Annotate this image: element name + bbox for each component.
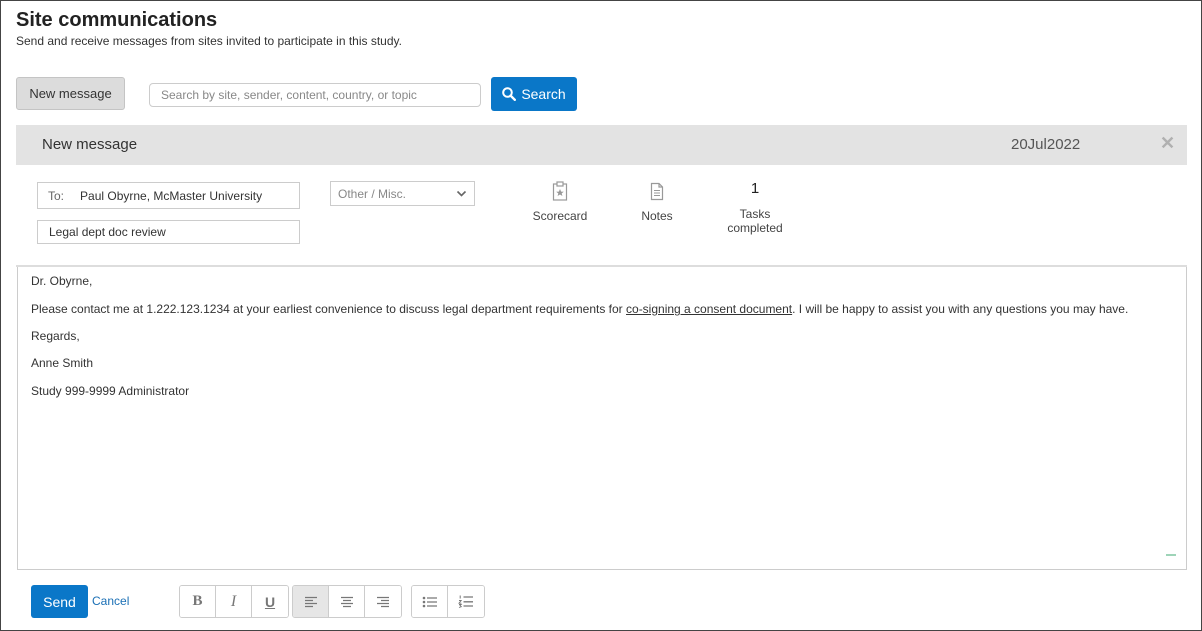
chevron-down-icon — [456, 190, 467, 197]
search-button-label: Search — [521, 86, 566, 102]
cancel-link[interactable]: Cancel — [92, 594, 129, 608]
body-greeting: Dr. Obyrne, — [31, 274, 93, 288]
body-sender-title: Study 999-9999 Administrator — [31, 384, 190, 398]
underline-button[interactable]: U — [252, 586, 288, 617]
bullet-list-button[interactable] — [412, 586, 448, 617]
clipboard-star-icon — [552, 181, 568, 201]
numbered-list-icon — [458, 595, 473, 608]
to-recipient: Paul Obyrne, McMaster University — [80, 188, 263, 203]
numbered-list-button[interactable] — [448, 586, 484, 617]
to-label: To: — [48, 188, 65, 203]
body-closing: Regards, — [31, 329, 80, 343]
bold-icon: B — [192, 593, 203, 609]
list-group — [411, 585, 485, 618]
align-center-button[interactable] — [329, 586, 365, 617]
subject-field[interactable]: Legal dept doc review — [37, 220, 300, 244]
resize-handle[interactable] — [1166, 554, 1176, 556]
align-center-icon — [340, 596, 353, 607]
body-sender-name: Anne Smith — [31, 356, 94, 370]
search-button[interactable]: Search — [491, 77, 577, 111]
alignment-group — [292, 585, 402, 618]
tasks-completed-tool[interactable]: 1 Tasks completed — [719, 180, 791, 236]
search-icon — [502, 87, 517, 101]
align-right-button[interactable] — [365, 586, 401, 617]
search-input[interactable] — [149, 83, 481, 107]
scorecard-label: Scorecard — [532, 209, 588, 223]
notes-tool[interactable]: Notes — [633, 181, 681, 223]
close-icon[interactable]: ✕ — [1160, 133, 1175, 154]
consent-document-link[interactable]: co-signing a consent document — [626, 302, 792, 316]
italic-button[interactable]: I — [216, 586, 252, 617]
app-frame: Site communications Send and receive mes… — [0, 0, 1202, 631]
tasks-label: Tasks completed — [727, 207, 783, 235]
compose-panel-title: New message — [42, 136, 138, 153]
category-select[interactable]: Other / Misc. — [330, 181, 475, 206]
tasks-count: 1 — [750, 180, 760, 197]
page-subtitle: Send and receive messages from sites inv… — [16, 34, 402, 48]
category-selected-value: Other / Misc. — [338, 186, 407, 201]
body-paragraph: Please contact me at 1.222.123.1234 at y… — [31, 302, 1128, 316]
bullet-list-icon — [422, 596, 437, 607]
text-style-group: B I U — [179, 585, 289, 618]
scorecard-tool[interactable]: Scorecard — [526, 181, 594, 223]
italic-icon: I — [230, 592, 237, 610]
message-body-editor[interactable]: Dr. Obyrne, Please contact me at 1.222.1… — [17, 267, 1187, 570]
send-button[interactable]: Send — [31, 585, 88, 618]
body-paragraph-start: Please contact me at 1.222.123.1234 at y… — [31, 302, 627, 316]
to-field[interactable]: To: Paul Obyrne, McMaster University — [37, 182, 300, 209]
bold-button[interactable]: B — [180, 586, 216, 617]
align-left-icon — [304, 596, 317, 607]
body-paragraph-end: . I will be happy to assist you with any… — [792, 302, 1129, 316]
page-title: Site communications — [16, 9, 218, 31]
compose-panel-date: 20Jul2022 — [1011, 136, 1081, 153]
underline-icon: U — [264, 593, 276, 610]
compose-panel-header: New message 20Jul2022 ✕ — [16, 125, 1187, 165]
notes-label: Notes — [641, 209, 673, 223]
align-right-icon — [377, 596, 389, 607]
align-left-button[interactable] — [293, 586, 329, 617]
document-icon — [650, 182, 664, 201]
new-message-button[interactable]: New message — [16, 77, 125, 110]
